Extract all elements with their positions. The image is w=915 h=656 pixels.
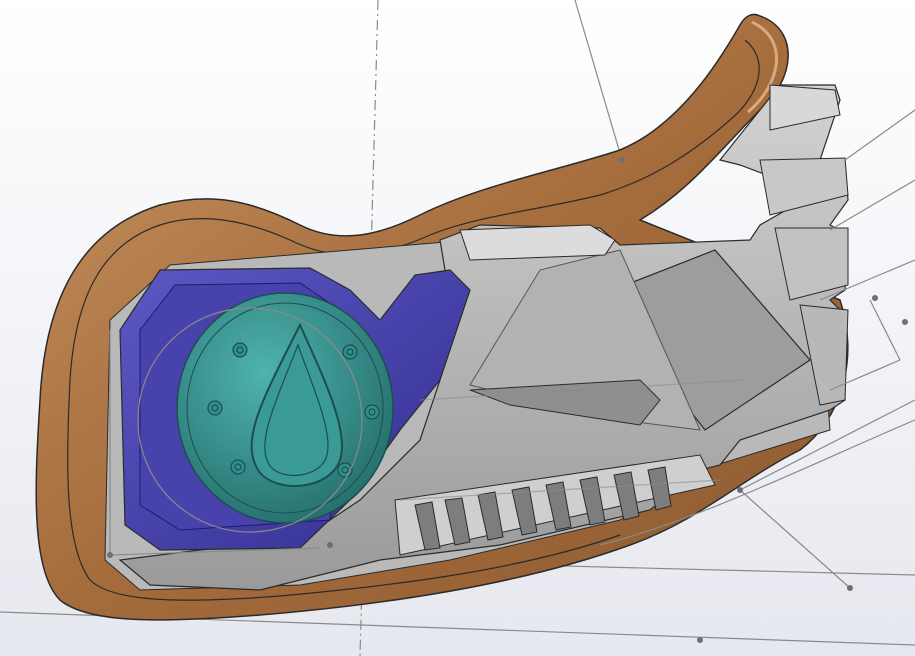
cover-disc[interactable] xyxy=(176,292,394,524)
cad-viewport[interactable] xyxy=(0,0,915,656)
model-scene[interactable] xyxy=(0,0,915,656)
